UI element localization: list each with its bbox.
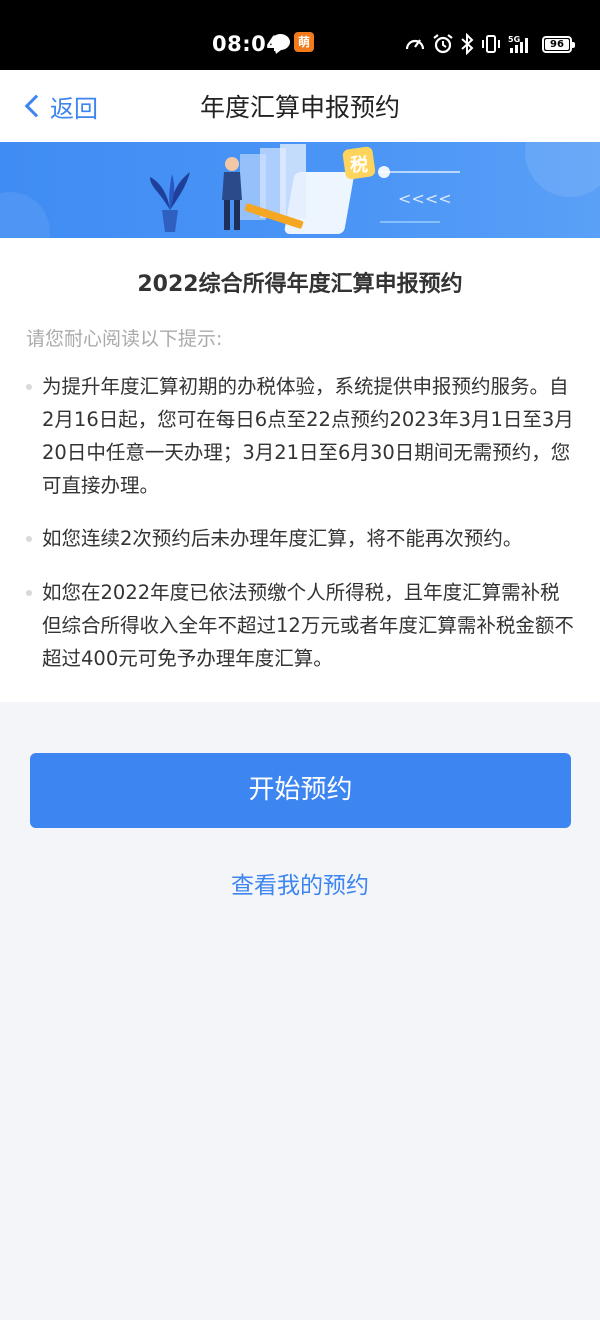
alarm-icon [433, 34, 453, 54]
page-title: 年度汇算申报预约 [199, 93, 400, 122]
battery-level: 96 [545, 38, 569, 50]
svg-text:税: 税 [350, 154, 368, 176]
banner-illustration: 税 <<<< [0, 142, 600, 238]
tax-badge-icon: 税 [342, 146, 390, 180]
person-illustration [222, 157, 242, 230]
status-bar: 08:04 萌 5G 96 [0, 0, 600, 70]
battery-icon: 96 [542, 35, 575, 53]
tip-item: 为提升年度汇算初期的办税体验，系统提供申报预约服务。自2月16日起，您可在每日6… [26, 370, 576, 502]
status-icons: 5G 96 [404, 33, 575, 55]
bluetooth-icon [461, 33, 474, 55]
plant-icon [150, 172, 190, 232]
phone-screen-illustration [240, 144, 354, 234]
tip-text: 如您连续2次预约后未办理年度汇算，将不能再次预约。 [42, 527, 523, 550]
signal-5g-icon: 5G [508, 35, 528, 53]
bullet-icon [26, 384, 32, 390]
tip-item: 如您在2022年度已依法预缴个人所得税，且年度汇算需补税但综合所得收入全年不超过… [26, 576, 576, 675]
tip-item: 如您连续2次预约后未办理年度汇算，将不能再次预约。 [26, 522, 576, 555]
start-reservation-button[interactable]: 开始预约 [30, 753, 571, 828]
svg-text:5G: 5G [508, 35, 520, 44]
bullet-icon [26, 536, 32, 542]
vibrate-icon [482, 35, 500, 53]
speedometer-icon [405, 39, 425, 50]
nav-bar: 返回 年度汇算申报预约 [0, 70, 600, 142]
card-intro: 请您耐心阅读以下提示: [26, 328, 223, 350]
card-title: 2022综合所得年度汇算申报预约 [137, 272, 463, 297]
content-card: 2022综合所得年度汇算申报预约 请您耐心阅读以下提示: 为提升年度汇算初期的办… [0, 238, 600, 702]
tip-text: 如您在2022年度已依法预缴个人所得税，且年度汇算需补税但综合所得收入全年不超过… [42, 581, 574, 670]
banner-decor-circle-right [525, 142, 600, 197]
tip-text: 为提升年度汇算初期的办税体验，系统提供申报预约服务。自2月16日起，您可在每日6… [42, 375, 574, 497]
chat-notification-icon [271, 34, 290, 50]
view-my-reservation-link[interactable]: 查看我的预约 [0, 866, 600, 900]
bullet-icon [26, 590, 32, 596]
app-notification-icon: 萌 [294, 32, 314, 52]
banner-arrows: <<<< [398, 189, 452, 208]
banner-decor-circle-left [0, 192, 50, 238]
